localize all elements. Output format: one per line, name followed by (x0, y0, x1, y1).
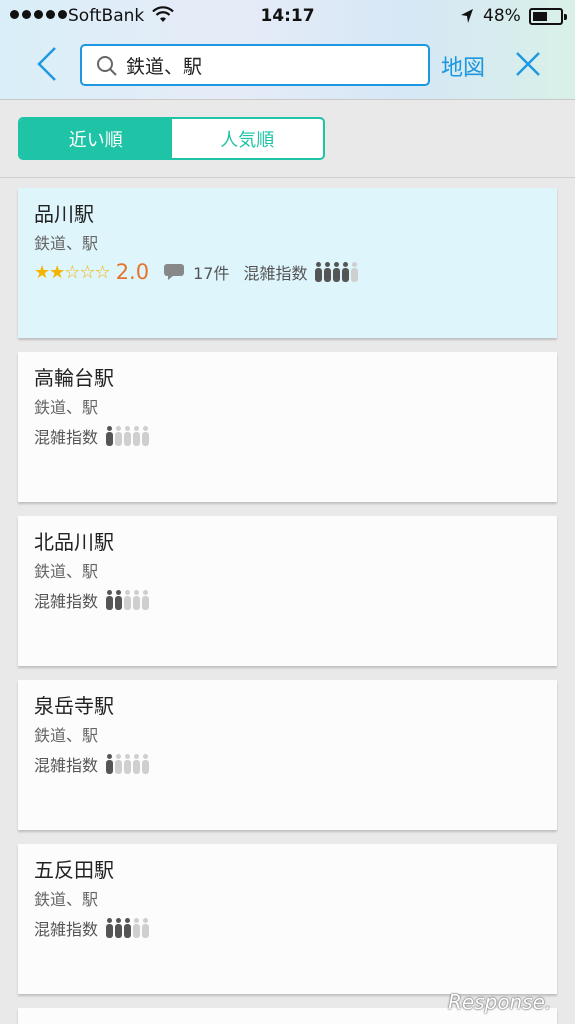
result-list: 品川駅 鉄道、駅 ★★☆☆☆ 2.0 17件 混雑指数 高輪台駅 鉄道、駅 混雑… (18, 188, 557, 1024)
person-icon (133, 918, 141, 938)
person-icon (115, 426, 123, 446)
person-icon (124, 918, 132, 938)
congestion-meter (315, 262, 359, 282)
person-icon (324, 262, 332, 282)
location-arrow-icon (461, 9, 473, 23)
list-item[interactable]: 五反田駅 鉄道、駅 混雑指数 (18, 844, 557, 994)
person-icon (124, 754, 132, 774)
place-meta: 混雑指数 (34, 752, 150, 776)
header: SoftBank 14:17 48% 鉄道、駅 地図 (0, 0, 575, 100)
person-icon (124, 590, 132, 610)
place-meta: ★★☆☆☆ 2.0 17件 混雑指数 (34, 260, 359, 284)
place-name: 高輪台駅 (34, 366, 114, 390)
person-icon (133, 754, 141, 774)
congestion-meter (106, 754, 150, 774)
tab-popular[interactable]: 人気順 (172, 119, 324, 158)
rating-value: 2.0 (115, 260, 150, 284)
search-field[interactable] (80, 44, 430, 86)
sort-bar: 近い順 人気順 (0, 100, 575, 178)
place-category: 鉄道、駅 (34, 398, 99, 417)
person-icon (142, 754, 150, 774)
battery-icon (529, 8, 567, 25)
tab-nearest[interactable]: 近い順 (20, 119, 172, 158)
list-item[interactable]: 泉岳寺駅 鉄道、駅 混雑指数 (18, 680, 557, 830)
congestion-label: 混雑指数 (34, 920, 99, 939)
person-icon (142, 426, 150, 446)
person-icon (133, 426, 141, 446)
list-item[interactable]: 高輪台駅 鉄道、駅 混雑指数 (18, 352, 557, 502)
star-rating: ★★☆☆☆ (34, 261, 111, 283)
list-item[interactable]: 北品川駅 鉄道、駅 混雑指数 (18, 516, 557, 666)
person-icon (342, 262, 350, 282)
place-name: 品川駅 (34, 202, 94, 226)
screen: SoftBank 14:17 48% 鉄道、駅 地図 近い順 人気順 品川駅 鉄… (0, 0, 575, 1024)
person-icon (333, 262, 341, 282)
place-name: 五反田駅 (34, 858, 114, 882)
person-icon (351, 262, 359, 282)
person-icon (142, 918, 150, 938)
sort-segmented-control: 近い順 人気順 (18, 117, 325, 160)
place-category: 鉄道、駅 (34, 726, 99, 745)
person-icon (106, 754, 114, 774)
person-icon (115, 754, 123, 774)
battery-percent: 48% (483, 6, 521, 26)
person-icon (106, 426, 114, 446)
person-icon (115, 590, 123, 610)
place-meta: 混雑指数 (34, 588, 150, 612)
place-meta: 混雑指数 (34, 424, 150, 448)
comment-icon (164, 264, 185, 280)
close-icon[interactable] (514, 50, 542, 78)
person-icon (106, 918, 114, 938)
person-icon (124, 426, 132, 446)
back-button[interactable] (32, 44, 62, 84)
congestion-label: 混雑指数 (34, 428, 99, 447)
review-count: 17件 (193, 264, 230, 283)
search-icon (97, 56, 117, 76)
place-category: 鉄道、駅 (34, 234, 99, 253)
congestion-label: 混雑指数 (34, 756, 99, 775)
watermark: Response. (448, 990, 552, 1014)
search-bar: 地図 (0, 34, 575, 98)
congestion-meter (106, 918, 150, 938)
person-icon (115, 918, 123, 938)
place-meta: 混雑指数 (34, 916, 150, 940)
place-name: 北品川駅 (34, 530, 114, 554)
status-bar: SoftBank 14:17 48% (0, 0, 575, 34)
congestion-meter (106, 426, 150, 446)
place-name: 泉岳寺駅 (34, 694, 114, 718)
person-icon (315, 262, 323, 282)
list-item[interactable]: 品川駅 鉄道、駅 ★★☆☆☆ 2.0 17件 混雑指数 (18, 188, 557, 338)
person-icon (133, 590, 141, 610)
place-category: 鉄道、駅 (34, 890, 99, 909)
map-button[interactable]: 地図 (441, 50, 485, 82)
person-icon (106, 590, 114, 610)
person-icon (142, 590, 150, 610)
congestion-label: 混雑指数 (243, 264, 308, 283)
search-input[interactable] (126, 50, 416, 80)
place-category: 鉄道、駅 (34, 562, 99, 581)
congestion-label: 混雑指数 (34, 592, 99, 611)
chevron-left-icon (37, 47, 56, 81)
congestion-meter (106, 590, 150, 610)
